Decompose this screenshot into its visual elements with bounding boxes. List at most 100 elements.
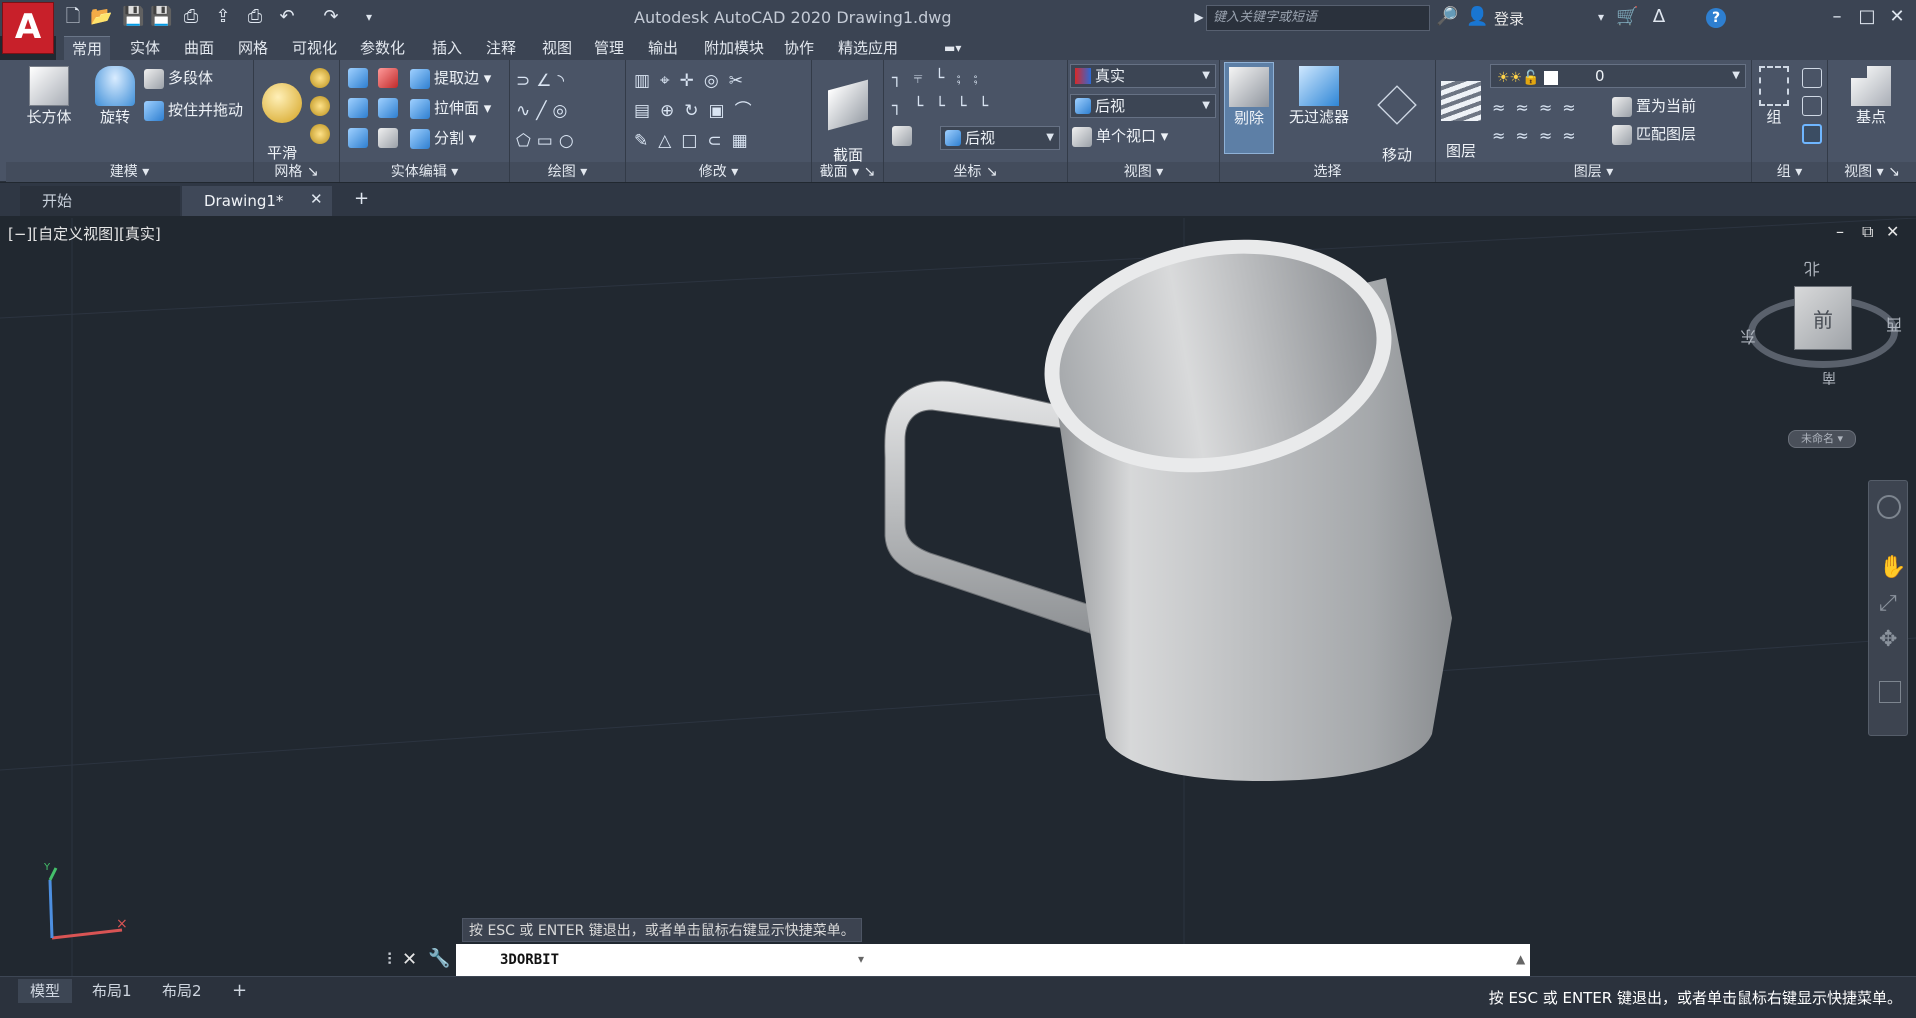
print-icon[interactable]: ⎙ [244, 6, 266, 28]
slice-icon[interactable] [378, 98, 398, 118]
plot-icon[interactable]: ⎙ [180, 6, 202, 28]
extrude-faces-button[interactable]: 拉伸面 ▾ [410, 96, 491, 120]
drawing-viewport[interactable]: [−][自定义视图][真实] – ⧉ ✕ 前 北 东 西 南 未命名 ▾ ✋ ⤢… [0, 218, 1916, 976]
save-icon[interactable]: 💾 [122, 6, 144, 28]
viewport-minimize-icon[interactable]: – [1836, 222, 1844, 241]
panel-title-solid-editing[interactable]: 实体编辑 ▾ [340, 162, 509, 182]
mesh-smooth-less-icon[interactable] [310, 96, 330, 116]
command-history-icon[interactable]: ▲ [1516, 952, 1525, 966]
panel-title-modify[interactable]: 修改 ▾ [626, 162, 811, 182]
pan-icon[interactable]: ✋ [1879, 555, 1906, 580]
command-recent-icon[interactable]: ▾ [858, 952, 864, 966]
culling-button[interactable]: 剔除 [1224, 62, 1274, 154]
mesh-refine-icon[interactable] [310, 124, 330, 144]
ucs-view-dropdown[interactable]: 后视 ▼ [940, 126, 1060, 150]
add-layout-icon[interactable]: + [220, 979, 259, 1003]
wcs-menu[interactable]: 未命名 ▾ [1788, 430, 1856, 448]
tab-annotate[interactable]: 注释 [478, 36, 524, 60]
panel-title-modeling[interactable]: 建模 ▾ [6, 162, 253, 182]
close-icon[interactable]: ✕ [1886, 6, 1908, 28]
group-selection-icon[interactable] [1802, 124, 1822, 144]
visual-style-dropdown[interactable]: 真实 ▼ [1070, 64, 1216, 88]
save-as-icon[interactable]: 💾 [150, 6, 172, 28]
command-close-icon[interactable]: ✕ [402, 949, 417, 970]
redo-icon[interactable]: ↷ [320, 6, 342, 28]
tab-surface[interactable]: 曲面 [176, 36, 222, 60]
viewport-label[interactable]: [−][自定义视图][真实] [8, 223, 161, 244]
login-dropdown-icon[interactable]: ▾ [1590, 6, 1612, 28]
zoom-extents-icon[interactable]: ⤢ [1879, 591, 1897, 616]
ucs-world-icon[interactable] [892, 126, 912, 146]
box-button[interactable]: 长方体 [14, 66, 84, 127]
share-icon[interactable]: ⇪ [212, 6, 234, 28]
intersect-icon[interactable] [348, 128, 368, 148]
tab-featured-apps[interactable]: 精选应用 [830, 36, 906, 60]
command-customize-icon[interactable]: 🔧 [428, 948, 450, 969]
viewcube-north-label[interactable]: 北 [1804, 258, 1820, 282]
maximize-icon[interactable]: □ [1856, 6, 1878, 28]
mesh-smooth-more-icon[interactable] [310, 68, 330, 88]
viewport-config-button[interactable]: 单个视口 ▾ [1072, 124, 1168, 148]
modify-tools-grid[interactable]: ▥⌖✛◎✂ ▤⊕↻▣⌒ ✎△□⊂▦ [634, 66, 810, 156]
viewcube-east-label[interactable]: 东 [1740, 326, 1756, 350]
draw-tools-grid[interactable]: ⊃∠◝ ∿╱◎ ⬠▭○ [516, 66, 626, 156]
binoculars-icon[interactable]: 🔎 [1436, 6, 1458, 28]
panel-title-view[interactable]: 视图 ▾ [1068, 162, 1219, 182]
user-icon[interactable]: 👤 [1466, 6, 1488, 28]
group-edit-icon[interactable] [1802, 96, 1822, 116]
open-file-icon[interactable]: 📂 [90, 6, 112, 28]
panel-title-coordinates[interactable]: 坐标 ↘ [884, 162, 1067, 182]
panel-title-view-base[interactable]: 视图 ▾ ↘ [1828, 162, 1916, 182]
minimize-icon[interactable]: – [1826, 6, 1848, 28]
viewport-close-icon[interactable]: ✕ [1886, 222, 1899, 241]
panel-title-selection[interactable]: 选择 [1220, 162, 1435, 182]
ucs-tools-grid[interactable]: ┐⫧└⨟⨟ ┐└└└└ [892, 64, 1068, 120]
undo-icon[interactable]: ↶ [276, 6, 298, 28]
tab-visualize[interactable]: 可视化 [284, 36, 345, 60]
thicken-icon[interactable] [378, 128, 398, 148]
interfere-icon[interactable] [378, 68, 398, 88]
viewcube-south-label[interactable]: 南 [1822, 368, 1836, 388]
no-filter-button[interactable]: 无过滤器 [1280, 66, 1358, 127]
viewcube-face-front[interactable]: 前 [1794, 286, 1852, 350]
layout-tab-layout2[interactable]: 布局2 [150, 979, 214, 1003]
layer-tools-grid[interactable]: ≈≈≈≈ ≈≈≈≈ [1492, 94, 1612, 150]
viewcube-west-label[interactable]: 西 [1886, 314, 1902, 338]
tab-output[interactable]: 输出 [640, 36, 686, 60]
union-icon[interactable] [348, 68, 368, 88]
help-icon[interactable]: ? [1706, 8, 1726, 28]
revolve-button[interactable]: 旋转 [84, 66, 146, 127]
tab-mesh[interactable]: 网格 [230, 36, 276, 60]
layer-dropdown[interactable]: ☀☀🔓 0 ▼ [1490, 64, 1746, 88]
tab-addins[interactable]: 附加模块 [696, 36, 772, 60]
panel-title-draw[interactable]: 绘图 ▾ [510, 162, 625, 182]
tab-collaborate[interactable]: 协作 [776, 36, 822, 60]
new-tab-icon[interactable]: + [354, 188, 369, 209]
tab-parametric[interactable]: 参数化 [352, 36, 413, 60]
polysolid-button[interactable]: 多段体 [144, 66, 213, 90]
presspull-button[interactable]: 按住并拖动 [144, 98, 243, 122]
search-input[interactable]: 键入关键字或短语 [1206, 5, 1430, 31]
layout-tab-model[interactable]: 模型 [18, 979, 73, 1003]
extract-edges-button[interactable]: 提取边 ▾ [410, 66, 491, 90]
viewcube[interactable]: 前 北 东 西 南 [1740, 259, 1902, 385]
tab-solid[interactable]: 实体 [122, 36, 168, 60]
command-input[interactable]: 3DORBIT [456, 944, 1530, 976]
tab-view[interactable]: 视图 [534, 36, 580, 60]
panel-title-section[interactable]: 截面 ▾ ↘ [812, 162, 883, 182]
match-layer-button[interactable]: 匹配图层 [1612, 122, 1696, 146]
base-point-button[interactable]: 基点 [1836, 66, 1906, 127]
layout-tab-layout1[interactable]: 布局1 [80, 979, 144, 1003]
tab-manage[interactable]: 管理 [586, 36, 632, 60]
ungroup-icon[interactable] [1802, 68, 1822, 88]
app-menu-button[interactable]: A [2, 2, 54, 54]
tab-home[interactable]: 常用 [64, 36, 111, 60]
cart-icon[interactable]: 🛒 [1616, 6, 1638, 28]
connect-icon[interactable]: ∆ [1648, 6, 1670, 28]
separate-button[interactable]: 分割 ▾ [410, 126, 476, 150]
file-tab-start[interactable]: 开始 [20, 186, 180, 216]
command-grip-icon[interactable]: ⠇ [386, 950, 398, 969]
panel-title-layers[interactable]: 图层 ▾ [1436, 162, 1751, 182]
viewport-restore-icon[interactable]: ⧉ [1862, 222, 1873, 242]
orbit-icon[interactable]: ✥ [1879, 627, 1897, 652]
